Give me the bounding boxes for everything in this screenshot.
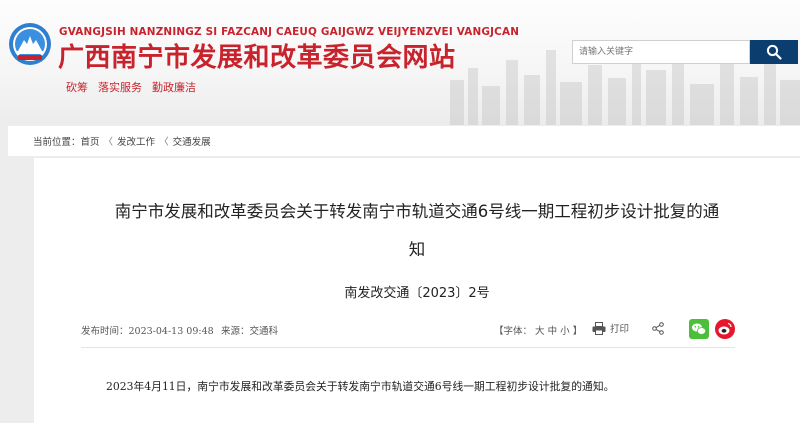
quicklinks-nav: 砍筹 落实服务 勤政廉洁	[66, 79, 196, 95]
breadcrumb-label: 当前位置：	[33, 137, 81, 148]
quicklink-item[interactable]: 砍筹	[66, 79, 88, 95]
font-size-small-button[interactable]: 小	[560, 326, 570, 337]
weibo-icon[interactable]	[715, 319, 735, 339]
font-size-label-end: 】	[572, 326, 583, 337]
search-input[interactable]	[572, 40, 750, 64]
document-number: 南发改交通〔2023〕2号	[344, 286, 490, 301]
print-button[interactable]: 打印	[592, 321, 629, 335]
article-card: 南宁市发展和改革委员会关于转发南宁市轨道交通6号线一期工程初步设计批复的通 知 …	[34, 158, 800, 423]
article-meta-bar: 发布时间：2023-04-13 09:48 来源：交通科 【字体： 大 中 小 …	[81, 313, 735, 348]
font-size-control: 【字体： 大 中 小 】	[494, 323, 582, 337]
font-size-label: 【字体：	[494, 326, 533, 337]
share-icon[interactable]	[652, 322, 664, 335]
article-source: 来源：交通科	[221, 326, 279, 337]
search-icon	[766, 44, 782, 60]
wechat-icon[interactable]	[689, 319, 709, 339]
font-size-medium-button[interactable]: 中	[548, 326, 558, 337]
article-title-line: 知	[408, 240, 426, 259]
breadcrumb-home-link[interactable]: 首页	[81, 134, 100, 148]
breadcrumb-separator: 〈	[103, 137, 114, 148]
breadcrumb: 当前位置： 首页 〈 发改工作 〈 交通发展	[8, 126, 800, 156]
quicklink-item[interactable]: 勤政廉洁	[152, 79, 196, 95]
site-title: 广西南宁市发展和改革委员会网站	[58, 43, 456, 73]
breadcrumb-separator: 〈	[159, 137, 169, 148]
logo-emblem	[9, 23, 51, 65]
search-button[interactable]	[750, 40, 798, 64]
quicklink-item[interactable]: 落实服务	[98, 79, 142, 95]
article-title: 南宁市发展和改革委员会关于转发南宁市轨道交通6号线一期工程初步设计批复的通 知	[34, 193, 800, 269]
print-icon	[592, 321, 606, 335]
breadcrumb-work-link[interactable]: 发改工作	[117, 134, 155, 148]
print-label: 打印	[610, 324, 630, 335]
site-header: GVANGJSIH NANZNINGZ SI FAZCANJ CAEUQ GAI…	[0, 0, 800, 125]
breadcrumb-traffic-link[interactable]: 交通发展	[173, 134, 211, 148]
article-body-paragraph: 2023年4月11日，南宁市发展和改革委员会关于转发南宁市轨道交通6号线一期工程…	[106, 380, 615, 393]
article-title-line: 南宁市发展和改革委员会关于转发南宁市轨道交通6号线一期工程初步设计批复的通	[114, 202, 720, 221]
publish-date: 发布时间：2023-04-13 09:48	[81, 326, 214, 337]
font-size-large-button[interactable]: 大	[535, 326, 545, 337]
